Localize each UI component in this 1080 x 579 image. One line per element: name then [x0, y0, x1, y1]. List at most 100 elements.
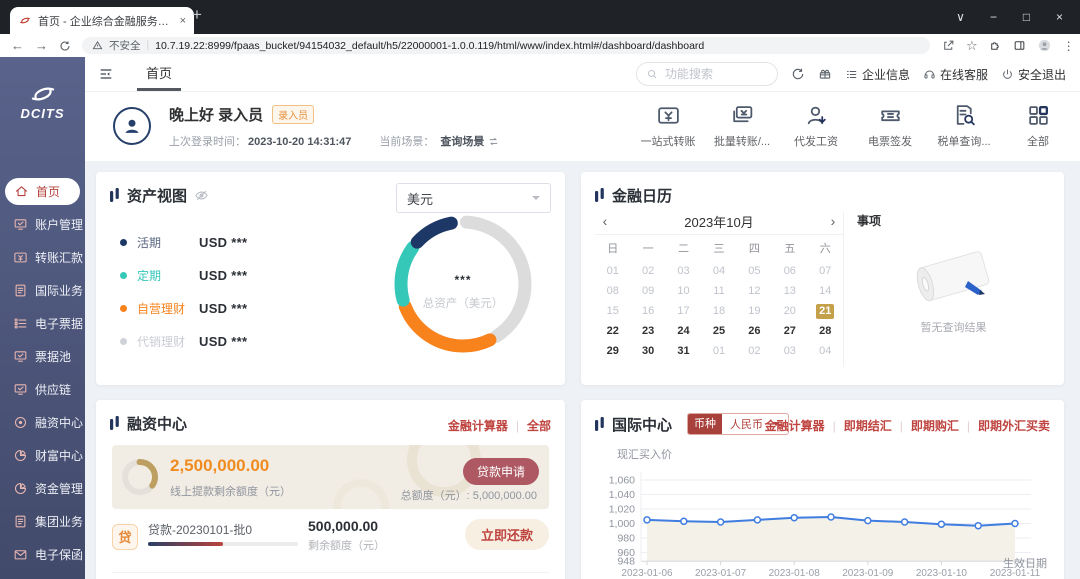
calendar-day[interactable]: 18: [701, 301, 736, 321]
calendar-day[interactable]: 29: [595, 341, 630, 361]
window-control-icon[interactable]: ×: [1043, 10, 1076, 24]
calendar-day[interactable]: 01: [701, 341, 736, 361]
window-control-icon[interactable]: □: [1010, 10, 1043, 24]
intl-link-1[interactable]: 即期结汇: [844, 417, 892, 434]
window-control-icon[interactable]: ∨: [944, 10, 977, 24]
intl-link-2[interactable]: 即期购汇: [911, 417, 959, 434]
sidebar-item-transfer[interactable]: 转账汇款: [0, 241, 85, 274]
calendar-day[interactable]: 04: [701, 261, 736, 281]
calendar-prev-icon[interactable]: ‹: [595, 213, 615, 229]
calendar-day[interactable]: 05: [737, 261, 772, 281]
share-icon[interactable]: [942, 39, 955, 52]
window-control-icon[interactable]: −: [977, 10, 1010, 24]
legend-value: USD ***: [199, 268, 247, 283]
forward-icon[interactable]: →: [35, 39, 48, 52]
search-input[interactable]: [663, 66, 768, 82]
calendar-day[interactable]: 23: [630, 321, 665, 341]
address-bar[interactable]: 不安全 | 10.7.19.22:8999/fpaas_bucket/94154…: [82, 37, 930, 54]
calendar-day[interactable]: 04: [808, 341, 843, 361]
sidebar-item-financing[interactable]: 融资中心: [0, 406, 85, 439]
quick-action-tax-query[interactable]: 税单查询...: [935, 103, 993, 149]
function-search[interactable]: [636, 62, 778, 86]
calendar-day[interactable]: 22: [595, 321, 630, 341]
refresh-icon[interactable]: [791, 67, 805, 81]
sidebar-item-supply-chain[interactable]: 供应链: [0, 373, 85, 406]
calendar-day[interactable]: 14: [808, 281, 843, 301]
profile-avatar-icon[interactable]: [1037, 38, 1052, 53]
sidebar-item-e-bill[interactable]: 电子票据: [0, 307, 85, 340]
quick-action-one-stop-transfer[interactable]: 一站式转账: [639, 103, 697, 149]
calendar-next-icon[interactable]: ›: [823, 213, 843, 229]
side-panel-icon[interactable]: [1013, 39, 1026, 52]
calendar-day[interactable]: 15: [595, 301, 630, 321]
calendar-day[interactable]: 13: [772, 281, 807, 301]
calendar-weekdays: 日一二三四五六: [595, 237, 843, 261]
calendar-day[interactable]: 24: [666, 321, 701, 341]
calendar-day[interactable]: 07: [808, 261, 843, 281]
topbar-action-secure-logout[interactable]: 安全退出: [1001, 66, 1066, 83]
calendar-day[interactable]: 06: [772, 261, 807, 281]
financing-link-1[interactable]: 全部: [527, 417, 551, 434]
quick-action-batch-transfer[interactable]: 批量转账/...: [713, 103, 771, 149]
quick-action-all[interactable]: 全部: [1009, 103, 1067, 149]
quick-action-salary[interactable]: 代发工资: [787, 103, 845, 149]
tab-close-icon[interactable]: ×: [180, 15, 186, 27]
collapse-menu-icon[interactable]: [98, 66, 114, 82]
calendar-day[interactable]: 30: [630, 341, 665, 361]
new-tab-button[interactable]: +: [192, 5, 202, 25]
sidebar-item-group-biz[interactable]: 集团业务: [0, 505, 85, 538]
calendar-day[interactable]: 17: [666, 301, 701, 321]
extensions-icon[interactable]: [989, 39, 1002, 52]
browser-tab[interactable]: 首页 - 企业综合金融服务平台 ×: [10, 7, 194, 34]
quick-action-label: 一站式转账: [641, 133, 696, 149]
topbar-action-enterprise-info[interactable]: 企业信息: [845, 66, 910, 83]
loan-badge: 贷: [112, 524, 138, 550]
browser-url-bar: ← → 不安全 | 10.7.19.22:8999/fpaas_bucket/9…: [0, 34, 1080, 58]
page-tab-home[interactable]: 首页: [137, 57, 181, 91]
calendar-day[interactable]: 27: [772, 321, 807, 341]
calendar-day[interactable]: 03: [666, 261, 701, 281]
calendar-day[interactable]: 09: [630, 281, 665, 301]
sidebar-item-bill-pool[interactable]: 票据池: [0, 340, 85, 373]
calendar-day[interactable]: 21: [808, 301, 843, 321]
calendar-day[interactable]: 31: [666, 341, 701, 361]
calendar-day[interactable]: 02: [737, 341, 772, 361]
bookmark-star-icon[interactable]: ☆: [966, 38, 978, 54]
intl-link-3[interactable]: 即期外汇买卖: [978, 417, 1050, 434]
calendar-day[interactable]: 03: [772, 341, 807, 361]
sidebar-item-funds[interactable]: 资金管理: [0, 472, 85, 505]
sidebar-item-home[interactable]: 首页: [5, 178, 80, 205]
intl-link-0[interactable]: 金融计算器: [765, 417, 825, 434]
calendar-day[interactable]: 10: [666, 281, 701, 301]
back-icon[interactable]: ←: [11, 39, 24, 52]
calendar-day[interactable]: 16: [630, 301, 665, 321]
loan-apply-button[interactable]: 贷款申请: [463, 458, 539, 485]
calendar-day[interactable]: 20: [772, 301, 807, 321]
calendar-day[interactable]: 02: [630, 261, 665, 281]
calendar-day[interactable]: 11: [701, 281, 736, 301]
sidebar-item-wealth[interactable]: 财富中心: [0, 439, 85, 472]
person-icon: [121, 115, 143, 137]
repay-now-button[interactable]: 立即还款: [465, 519, 549, 550]
financing-link-0[interactable]: 金融计算器: [448, 417, 508, 434]
calendar-day[interactable]: 19: [737, 301, 772, 321]
welcome-band: 晚上好 录入员 录入员 上次登录时间：2023-10-20 14:31:47 当…: [85, 91, 1080, 162]
sidebar-item-accounts[interactable]: 账户管理: [0, 208, 85, 241]
browser-menu-icon[interactable]: ⋮: [1063, 39, 1075, 53]
sidebar-item-international[interactable]: 国际业务: [0, 274, 85, 307]
sidebar-item-e-guarantee[interactable]: 电子保函: [0, 538, 85, 571]
calendar-day[interactable]: 01: [595, 261, 630, 281]
calendar-day[interactable]: 25: [701, 321, 736, 341]
calendar-day[interactable]: 26: [737, 321, 772, 341]
reload-icon[interactable]: [59, 40, 71, 52]
calendar-day[interactable]: 08: [595, 281, 630, 301]
eye-off-icon[interactable]: [194, 188, 209, 203]
svg-text:1,040: 1,040: [609, 489, 635, 501]
switch-scene-icon[interactable]: [488, 136, 499, 147]
gift-icon[interactable]: [818, 67, 832, 81]
quick-action-eticket-issue[interactable]: 电票签发: [861, 103, 919, 149]
topbar-action-online-service[interactable]: 在线客服: [923, 66, 988, 83]
calendar-day[interactable]: 28: [808, 321, 843, 341]
site-favicon-icon: [18, 15, 32, 26]
calendar-day[interactable]: 12: [737, 281, 772, 301]
